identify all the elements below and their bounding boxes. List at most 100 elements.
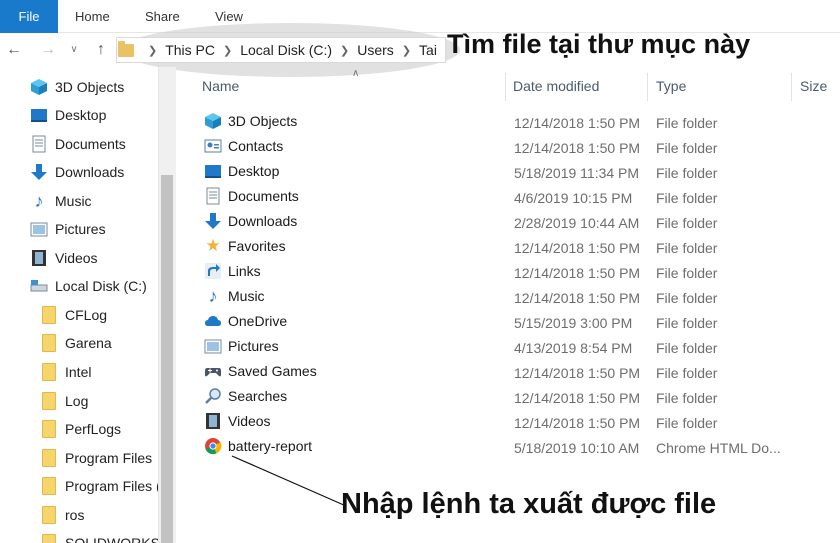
table-row[interactable]: Saved Games 12/14/2018 1:50 PM File fold…	[200, 360, 840, 385]
column-header-date-modified[interactable]: Date modified	[513, 67, 599, 105]
sidebar-item-label: Program Files	[65, 450, 153, 466]
file-name: Links	[228, 263, 261, 279]
file-date: 5/18/2019 11:34 PM	[514, 165, 640, 181]
breadcrumb-this-pc[interactable]: This PC	[165, 42, 215, 58]
folder-icon	[40, 534, 58, 543]
folder-icon	[40, 363, 58, 381]
chevron-right-icon[interactable]: ❯	[340, 44, 349, 57]
tab-share[interactable]: Share	[145, 0, 180, 33]
sidebar-item-cflog[interactable]: CFLog	[40, 303, 107, 327]
favorites-icon: ★	[205, 236, 221, 255]
up-arrow-icon[interactable]: ↑	[91, 39, 111, 61]
table-row[interactable]: Links 12/14/2018 1:50 PM File folder	[200, 260, 840, 285]
file-date: 12/14/2018 1:50 PM	[514, 140, 641, 156]
sidebar-scrollbar-thumb[interactable]	[161, 175, 173, 543]
sidebar-item-label: CFLog	[65, 307, 108, 323]
table-row[interactable]: Documents 4/6/2019 10:15 PM File folder	[200, 185, 840, 210]
file-type: File folder	[656, 315, 718, 331]
folder-icon	[40, 334, 58, 352]
recent-locations-chevron-icon[interactable]: ∨	[64, 39, 84, 61]
sidebar-item-pictures[interactable]: Pictures	[30, 217, 106, 241]
sidebar-item-desktop[interactable]: Desktop	[30, 103, 106, 127]
chevron-right-icon[interactable]: ❯	[223, 44, 232, 57]
file-date: 5/18/2019 10:10 AM	[514, 440, 640, 456]
sidebar-item-log[interactable]: Log	[40, 389, 88, 413]
searches-icon	[204, 387, 222, 405]
navigation-pane: 3D Objects Desktop Documents Downloads ♪…	[0, 67, 158, 543]
sidebar-item-perflogs[interactable]: PerfLogs	[40, 417, 121, 441]
sidebar-item-3d-objects[interactable]: 3D Objects	[30, 75, 124, 99]
links-icon	[204, 262, 222, 280]
sidebar-item-label: Garena	[65, 335, 112, 351]
file-name: OneDrive	[228, 313, 288, 329]
file-date: 12/14/2018 1:50 PM	[514, 415, 641, 431]
file-name: Videos	[228, 413, 271, 429]
sidebar-item-label: Log	[65, 393, 89, 409]
file-type: File folder	[656, 115, 718, 131]
sidebar-item-intel[interactable]: Intel	[40, 360, 91, 384]
column-divider[interactable]	[647, 73, 648, 101]
sidebar-item-documents[interactable]: Documents	[30, 132, 126, 156]
downloads-icon	[30, 163, 48, 181]
table-row[interactable]: Searches 12/14/2018 1:50 PM File folder	[200, 385, 840, 410]
back-arrow-icon[interactable]: ←	[4, 39, 24, 61]
documents-icon	[204, 187, 222, 205]
file-date: 5/15/2019 3:00 PM	[514, 315, 633, 331]
desktop-icon	[30, 106, 48, 124]
file-date: 12/14/2018 1:50 PM	[514, 365, 641, 381]
table-row[interactable]: Pictures 4/13/2019 8:54 PM File folder	[200, 335, 840, 360]
table-row[interactable]: Videos 12/14/2018 1:50 PM File folder	[200, 410, 840, 435]
file-name: 3D Objects	[228, 113, 298, 129]
column-header-size[interactable]: Size	[800, 67, 827, 105]
file-name: Pictures	[228, 338, 279, 354]
3d-objects-icon	[30, 78, 48, 96]
sidebar-item-label: ros	[65, 507, 85, 523]
file-name: Searches	[228, 388, 288, 404]
column-header-name[interactable]: Name	[202, 67, 239, 105]
annotation-pointer-line	[231, 455, 347, 507]
sidebar-item-ros[interactable]: ros	[40, 503, 84, 527]
file-date: 12/14/2018 1:50 PM	[514, 115, 641, 131]
sidebar-item-program-files-x86[interactable]: Program Files (	[40, 474, 158, 498]
3d-objects-icon	[204, 112, 222, 130]
table-row[interactable]: OneDrive 5/15/2019 3:00 PM File folder	[200, 310, 840, 335]
onedrive-icon	[204, 312, 222, 330]
column-header-type[interactable]: Type	[656, 67, 686, 105]
sidebar-item-music[interactable]: ♪ Music	[30, 189, 92, 213]
annotation-bottom: Nhập lệnh ta xuất được file	[341, 488, 717, 520]
folder-icon	[40, 449, 58, 467]
folder-icon	[40, 306, 58, 324]
forward-arrow-icon[interactable]: →	[38, 39, 58, 61]
table-row[interactable]: Desktop 5/18/2019 11:34 PM File folder	[200, 160, 840, 185]
table-row[interactable]: ★ Favorites 12/14/2018 1:50 PM File folde…	[200, 235, 840, 260]
table-row[interactable]: ♪ Music 12/14/2018 1:50 PM File folder	[200, 285, 840, 310]
breadcrumb-tai[interactable]: Tai	[419, 42, 437, 58]
videos-icon	[204, 412, 222, 430]
file-type: File folder	[656, 390, 718, 406]
sidebar-item-garena[interactable]: Garena	[40, 331, 112, 355]
pictures-icon	[204, 337, 222, 355]
videos-icon	[30, 249, 48, 267]
tab-file[interactable]: File	[0, 0, 58, 33]
column-divider[interactable]	[505, 73, 506, 101]
sidebar-item-downloads[interactable]: Downloads	[30, 160, 124, 184]
file-type: Chrome HTML Do...	[656, 440, 781, 456]
sidebar-item-label: Music	[55, 193, 92, 209]
sidebar-item-local-disk[interactable]: Local Disk (C:)	[30, 274, 147, 298]
chevron-right-icon[interactable]: ❯	[402, 44, 411, 57]
sidebar-item-videos[interactable]: Videos	[30, 246, 98, 270]
breadcrumb-local-disk[interactable]: Local Disk (C:)	[240, 42, 332, 58]
table-row[interactable]: Downloads 2/28/2019 10:44 AM File folder	[200, 210, 840, 235]
sidebar-item-label: Documents	[55, 136, 126, 152]
breadcrumb-users[interactable]: Users	[357, 42, 394, 58]
table-row[interactable]: Contacts 12/14/2018 1:50 PM File folder	[200, 135, 840, 160]
sidebar-item-solidworks[interactable]: SOLIDWORKS D	[40, 531, 158, 543]
chevron-right-icon[interactable]: ❯	[148, 44, 157, 57]
tab-home[interactable]: Home	[75, 0, 110, 33]
sidebar-item-program-files[interactable]: Program Files	[40, 446, 152, 470]
table-row[interactable]: 3D Objects 12/14/2018 1:50 PM File folde…	[200, 110, 840, 135]
music-icon: ♪	[34, 190, 44, 211]
column-divider[interactable]	[791, 73, 792, 101]
file-type: File folder	[656, 215, 718, 231]
sidebar-item-label: Program Files (	[65, 478, 158, 494]
